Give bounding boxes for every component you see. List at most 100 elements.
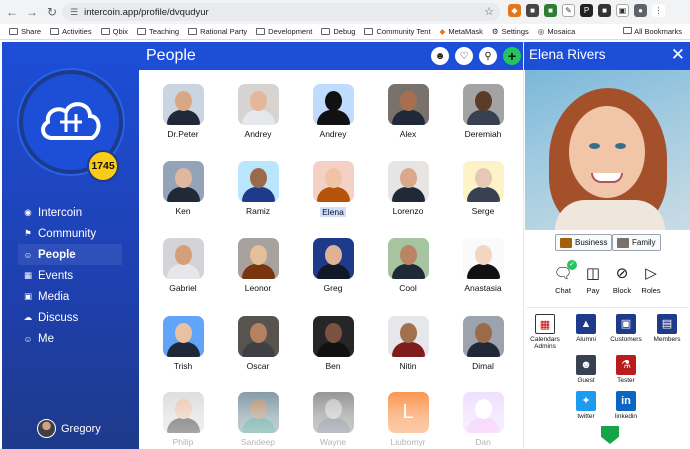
user-name: Gregory (61, 422, 101, 435)
bookmark-9[interactable]: ⚙ Settings (492, 27, 529, 36)
profile-panel: Elena Rivers ✕ Business Family 🗨 ✓ Chat … (523, 42, 690, 449)
person-card[interactable]: Dan (452, 392, 514, 447)
bookmark-2[interactable]: Qbix (100, 27, 128, 36)
sidebar-item-me[interactable]: ☺ Me (22, 328, 132, 349)
close-icon[interactable]: ✕ (671, 45, 685, 65)
person-card[interactable]: Philip (152, 392, 214, 447)
folder-icon (50, 28, 60, 35)
puzzle-icon[interactable]: ▣ (616, 4, 629, 17)
role-alumni[interactable]: ▲ Alumni (566, 314, 606, 343)
bookmark-0[interactable]: Share (9, 27, 41, 36)
twitter-icon: ✦ (576, 391, 596, 411)
person-photo (237, 316, 279, 357)
person-card[interactable]: Dimal (452, 316, 514, 371)
chat-action[interactable]: 🗨 ✓ Chat (546, 260, 580, 295)
bookmark-1[interactable]: Activities (50, 27, 92, 36)
person-card[interactable]: Dr.Peter (152, 84, 214, 139)
bookmark-star-icon[interactable]: ☆ (484, 5, 494, 18)
person-card[interactable]: Deremiah (452, 84, 514, 139)
kebab-menu-icon[interactable]: ⋮ (652, 4, 665, 17)
person-card[interactable]: Andrey (302, 84, 364, 139)
favorites-button[interactable]: ♡ (455, 47, 473, 65)
person-card[interactable]: Gabriel (152, 238, 214, 293)
sidebar-item-events[interactable]: ▦ Events (22, 265, 132, 286)
bookmark-3[interactable]: Teaching (137, 27, 179, 36)
bookmark-10[interactable]: ◎ Mosaica (538, 27, 575, 36)
all-bookmarks[interactable]: All Bookmarks (623, 27, 682, 36)
back-icon[interactable]: ← (4, 4, 20, 20)
role-customers[interactable]: ▣ Customers (606, 314, 646, 343)
profile-filter-button[interactable]: ☻ (431, 47, 449, 65)
sidebar-item-community[interactable]: ⚑ Community (22, 223, 132, 244)
sidebar-item-discuss[interactable]: ☁ Discuss (22, 307, 132, 328)
person-name: Wayne (319, 437, 347, 447)
bookmark-6[interactable]: Debug (321, 27, 355, 36)
sidebar-item-intercoin[interactable]: ◉ Intercoin (22, 202, 132, 223)
extension-icon[interactable]: ■ (526, 4, 539, 17)
notification-count-badge[interactable]: 1745 (87, 150, 119, 182)
extension-icon[interactable]: ■ (598, 4, 611, 17)
divider (527, 307, 688, 308)
person-card[interactable]: Ramiz (227, 161, 289, 216)
sidebar-item-media[interactable]: ▣ Media (22, 286, 132, 307)
person-card[interactable]: Serge (452, 161, 514, 216)
person-card[interactable]: Elena (302, 161, 364, 220)
guest-icon: ☻ (576, 355, 596, 375)
heart-icon: ♡ (459, 50, 469, 62)
person-card[interactable]: Sandeep (227, 392, 289, 447)
person-card[interactable]: Trish (152, 316, 214, 371)
folder-icon (364, 28, 374, 35)
person-card[interactable]: Ken (152, 161, 214, 216)
person-card[interactable]: Oscar (227, 316, 289, 371)
person-icon: ☻ (434, 50, 446, 62)
person-card[interactable]: Andrey (227, 84, 289, 139)
cloud-logo-icon (41, 102, 101, 140)
page-title: People (146, 47, 196, 64)
roles-action[interactable]: ▷ Roles (634, 264, 668, 295)
person-photo (162, 238, 204, 279)
address-bar[interactable]: ☰ intercoin.app/profile/dvqudyur ☆ (62, 3, 500, 21)
role-members[interactable]: ▤ Members (647, 314, 687, 343)
reload-icon[interactable]: ↻ (44, 4, 60, 20)
role-tester[interactable]: ⚗ Tester (606, 355, 646, 384)
bookmark-8[interactable]: ◆ MetaMask (440, 27, 483, 36)
initial-letter: L (402, 401, 414, 423)
role-linkedin[interactable]: in linkedin (606, 391, 646, 420)
profile-photo[interactable] (525, 70, 690, 230)
role-twitter[interactable]: ✦ twitter (566, 391, 606, 420)
person-card[interactable]: Anastasia (452, 238, 514, 293)
person-photo (237, 238, 279, 279)
person-card[interactable]: Ben (302, 316, 364, 371)
metamask-ext-icon[interactable]: ◆ (508, 4, 521, 17)
person-icon: ☺ (23, 249, 33, 260)
bookmark-5[interactable]: Development (256, 27, 312, 36)
person-name: Cool (399, 283, 417, 293)
forward-icon[interactable]: → (24, 4, 40, 20)
current-user[interactable]: Gregory (37, 419, 101, 438)
bookmark-4[interactable]: Rational Party (188, 27, 247, 36)
extension-icon[interactable]: ■ (544, 4, 557, 17)
p-extension-icon[interactable]: P (580, 4, 593, 17)
person-card[interactable]: L Liubomyr (377, 392, 439, 447)
site-settings-icon[interactable]: ☰ (70, 7, 78, 18)
person-card[interactable]: Cool (377, 238, 439, 293)
role-calendars-admins[interactable]: ▦ Calendars Admins (525, 314, 565, 350)
person-card[interactable]: Greg (302, 238, 364, 293)
sidebar-item-people[interactable]: ☺ People (18, 244, 122, 265)
bookmark-7[interactable]: Community Tent (364, 27, 431, 36)
extensions: ◆ ■ ■ ✎ P ■ ▣ ● ⋮ (508, 4, 665, 17)
pen-icon[interactable]: ✎ (562, 4, 575, 17)
family-tag-button[interactable]: Family (612, 234, 661, 251)
person-card[interactable]: Lorenzo (377, 161, 439, 216)
person-card[interactable]: Nitin (377, 316, 439, 371)
business-tag-button[interactable]: Business (555, 234, 613, 251)
person-card[interactable]: Alex (377, 84, 439, 139)
person-photo (462, 161, 504, 202)
person-card[interactable]: Wayne (302, 392, 364, 447)
role-guest[interactable]: ☻ Guest (566, 355, 606, 384)
person-card[interactable]: Leonor (227, 238, 289, 293)
profile-icon[interactable]: ● (634, 4, 647, 17)
search-button[interactable]: ⚲ (479, 47, 497, 65)
flask-icon: ⚗ (616, 355, 636, 375)
add-person-button[interactable]: + (503, 47, 521, 65)
